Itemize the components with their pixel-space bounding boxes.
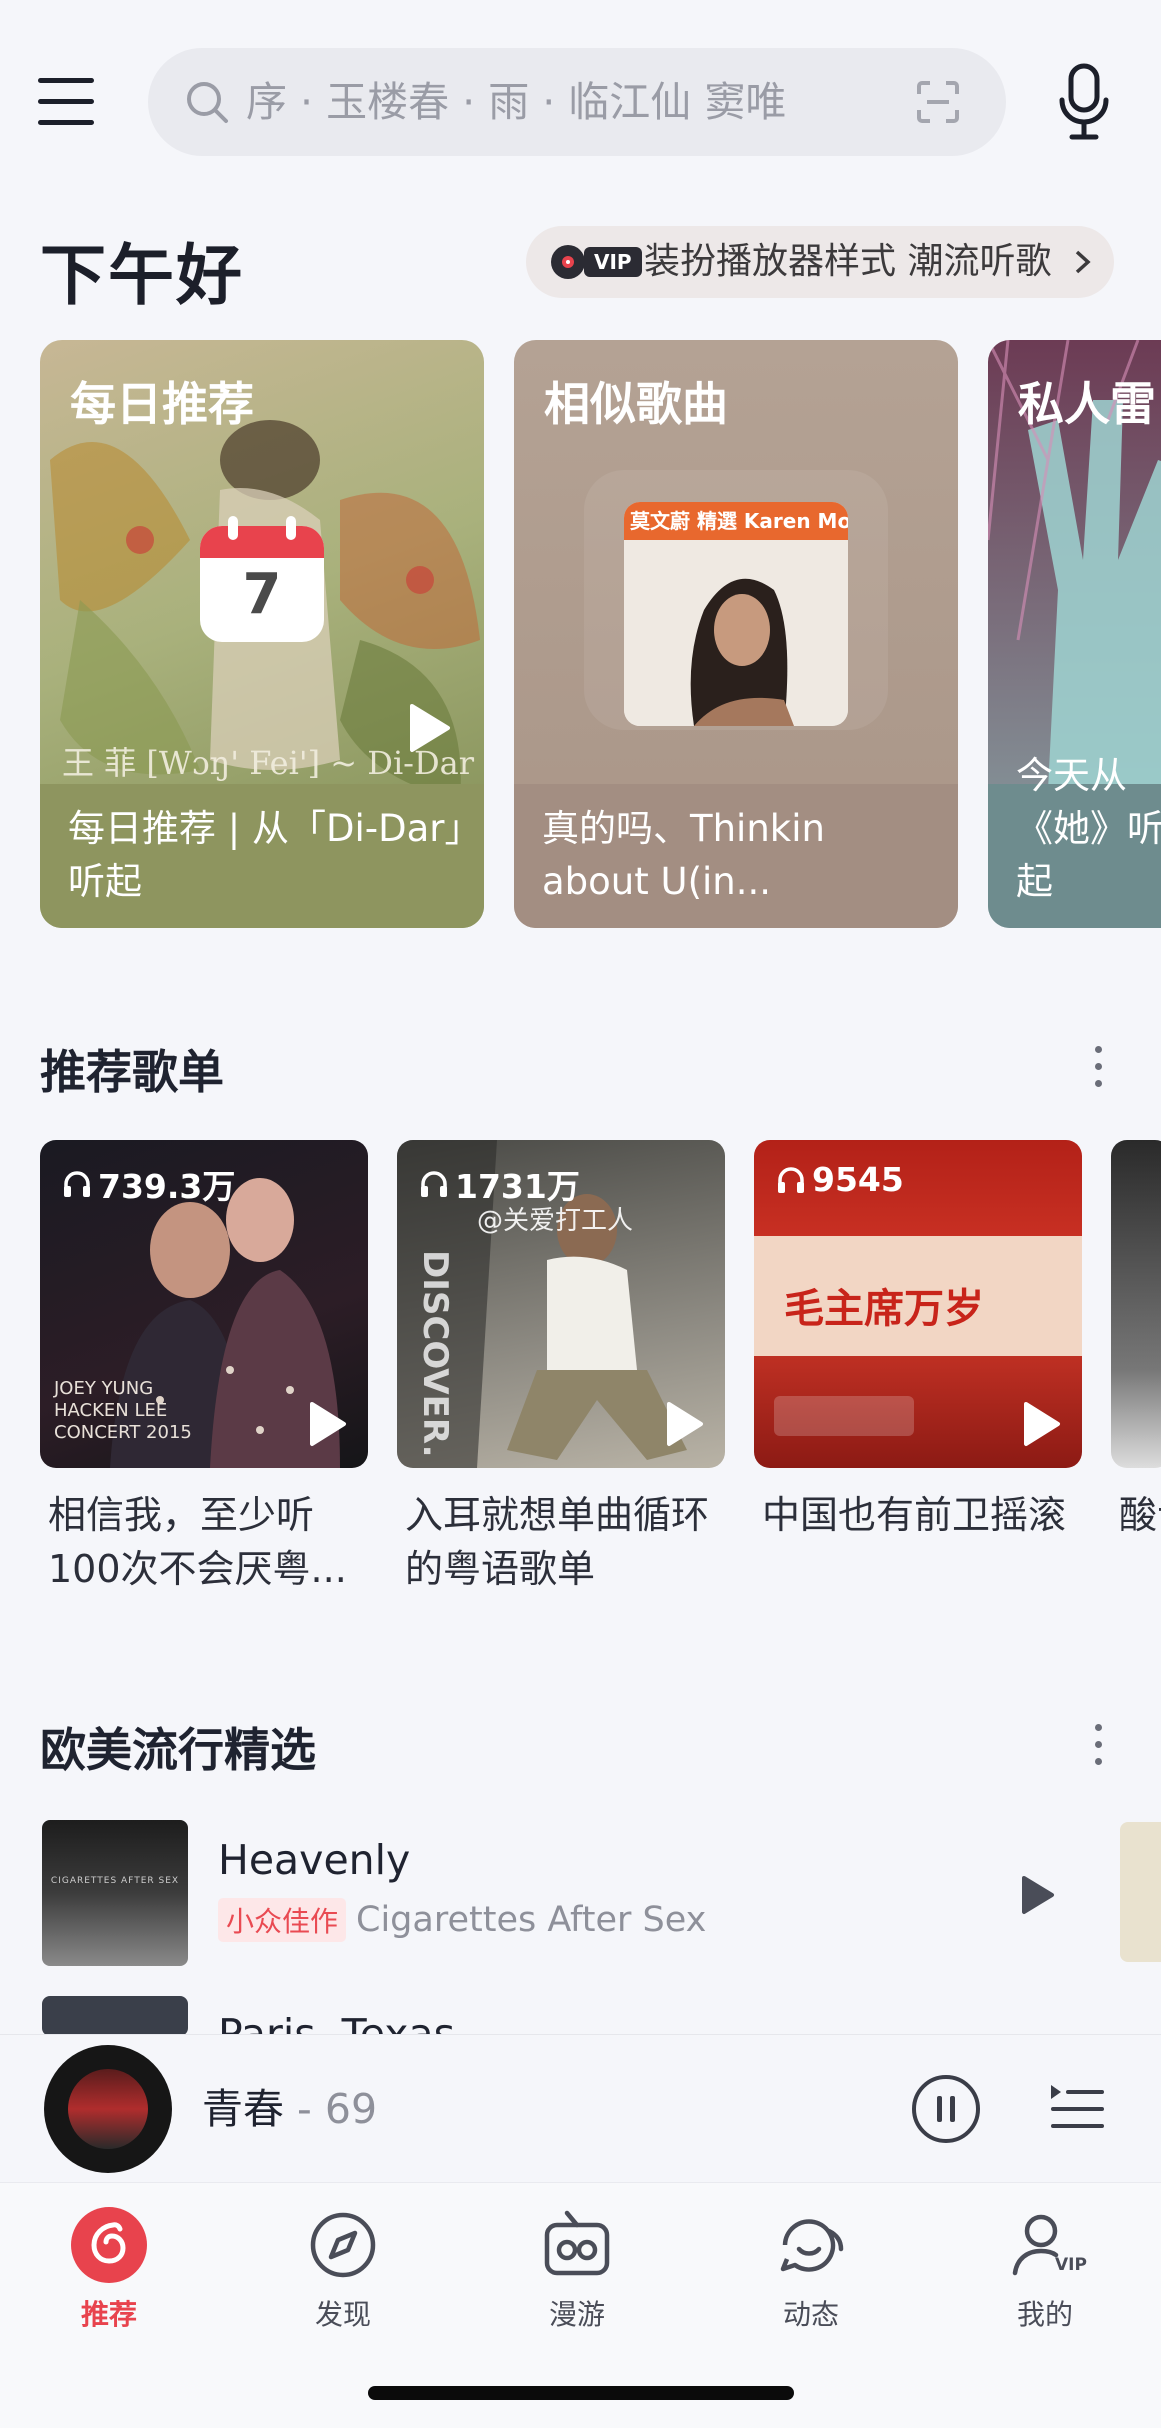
playlist-name: 中国也有前卫摇滚 [762, 1493, 1067, 1537]
more-options-icon[interactable] [1086, 1720, 1110, 1770]
card-footer: 真的吗、Thinkin about U(in... [514, 784, 958, 928]
song-cover-text: CIGARETTES AFTER SEX [50, 1876, 180, 1886]
song-cover[interactable]: CIGARETTES AFTER SEX [42, 1820, 188, 1966]
vinyl-icon [551, 245, 585, 279]
card-footer: 今天从《她》听起 [988, 754, 1161, 928]
more-options-icon[interactable] [1086, 1042, 1110, 1092]
play-icon[interactable] [1020, 1874, 1056, 1916]
headphones-icon [421, 1171, 447, 1197]
vip-badge: VIP [584, 247, 642, 277]
album-portrait [624, 540, 848, 726]
headphones-icon [64, 1171, 90, 1197]
menu-button[interactable] [38, 78, 94, 126]
nav-label: 推荐 [80, 2298, 137, 2331]
nav-label: 发现 [314, 2298, 371, 2331]
playlist-name: 酸士 [1119, 1493, 1161, 1537]
nav-tab-moments[interactable]: 动态 [741, 2205, 881, 2333]
album-cover: 莫文蔚 精選 Karen Mok [624, 502, 848, 726]
chevron-right-icon [1075, 250, 1091, 274]
section-title-playlists: 推荐歌单 [40, 1045, 224, 1099]
search-icon [187, 82, 228, 123]
song-artist: Cigarettes After Sex [356, 1900, 707, 1940]
play-count-value: 9545 [812, 1160, 904, 1199]
player-album-disc[interactable] [44, 2045, 172, 2173]
radio-icon [544, 2210, 610, 2276]
song-cover[interactable] [42, 1996, 188, 2036]
playlist-card[interactable]: 酸士 [1111, 1140, 1161, 1542]
nav-label: 我的 [1016, 2298, 1073, 2331]
play-count-value: 739.3万 [98, 1167, 236, 1206]
play-icon[interactable] [308, 1400, 348, 1448]
vip-promo-pill[interactable]: VIP 装扮播放器样式 潮流听歌 [526, 226, 1114, 298]
player-album-art [68, 2069, 148, 2149]
cover-text: JOEY YUNG HACKEN LEE CONCERT 2015 [54, 1378, 192, 1443]
similar-songs-card[interactable]: 相似歌曲 莫文蔚 精選 Karen Mok 真的吗、Thinkin about … [514, 340, 958, 928]
playlist-cover [1111, 1140, 1161, 1468]
netease-logo-icon [71, 2207, 147, 2283]
playlist-queue-icon[interactable] [1048, 2079, 1106, 2137]
scan-icon[interactable] [916, 80, 960, 124]
play-icon[interactable] [665, 1400, 705, 1448]
blurred-sign [774, 1396, 914, 1436]
nav-tab-discover[interactable]: 发现 [273, 2205, 413, 2333]
playlist-card[interactable]: 毛主席万岁 9545 中国也有前卫摇滚 [754, 1140, 1082, 1542]
headphones-icon [778, 1166, 804, 1193]
card-description: 真的吗、Thinkin about U(in... [542, 807, 825, 903]
mini-player[interactable]: 青春 - 69 [0, 2034, 1161, 2182]
playlist-cover: JOEY YUNG HACKEN LEE CONCERT 2015 739.3万 [40, 1140, 368, 1468]
playlist-card[interactable]: DISCOVER. 1731万 @关爱打工人 入耳就想单曲循环的粤语歌单 [397, 1140, 725, 1596]
playlist-cover: 毛主席万岁 9545 [754, 1140, 1082, 1468]
play-count: 9545 [776, 1160, 904, 1199]
album-cover-header: 莫文蔚 精選 Karen Mok [624, 502, 848, 540]
vip-badge: VIP [1055, 2255, 1087, 2275]
playlist-name: 相信我，至少听100次不会厌粤... [48, 1493, 347, 1591]
cover-text: DISCOVER. [415, 1250, 455, 1458]
microphone-icon[interactable] [1056, 62, 1112, 142]
section-title-western: 欧美流行精选 [40, 1723, 316, 1777]
card-title: 每日推荐 [70, 377, 254, 431]
song-meta: 小众佳作 Cigarettes After Sex [218, 1898, 706, 1942]
watermark-text: @关爱打工人 [477, 1206, 634, 1236]
daily-recommend-card[interactable]: 每日推荐 7 王 菲 [Wɔŋ' Fei'] ~ Di-Dar 每日推荐 | 从… [40, 340, 484, 928]
pause-icon[interactable] [910, 2073, 982, 2145]
nav-tab-recommend[interactable]: 推荐 [39, 2205, 179, 2333]
chat-bubble-icon [780, 2219, 844, 2272]
search-placeholder: 序 · 玉楼春 · 雨 · 临江仙 窦唯 [246, 78, 787, 126]
nav-label: 动态 [782, 2298, 839, 2331]
nav-tab-roam[interactable]: 漫游 [507, 2205, 647, 2333]
nav-label: 漫游 [548, 2298, 605, 2331]
playlist-card[interactable]: JOEY YUNG HACKEN LEE CONCERT 2015 739.3万… [40, 1140, 368, 1596]
play-count: 739.3万 [62, 1160, 235, 1208]
player-track: 青春 - 69 [202, 2085, 378, 2133]
song-cover-next[interactable] [1120, 1822, 1161, 1962]
card-description: 今天从《她》听起 [1016, 754, 1161, 903]
player-track-title: 青春 [202, 2085, 284, 2133]
player-track-artist: 69 [324, 2085, 378, 2133]
compass-icon [310, 2212, 376, 2278]
search-bar[interactable]: 序 · 玉楼春 · 雨 · 临江仙 窦唯 [148, 48, 1006, 156]
playlist-cover: DISCOVER. 1731万 @关爱打工人 [397, 1140, 725, 1468]
card-title: 私人雷 [1018, 377, 1156, 431]
card-description: 每日推荐 | 从「Di-Dar」听起 [68, 807, 463, 903]
play-icon[interactable] [1022, 1400, 1062, 1448]
card-footer: 每日推荐 | 从「Di-Dar」听起 [40, 784, 484, 928]
card-title: 相似歌曲 [544, 377, 728, 431]
calendar-date: 7 [242, 562, 282, 627]
vip-promo-text: 装扮播放器样式 潮流听歌 [644, 241, 1052, 282]
cover-text: 王 菲 [Wɔŋ' Fei'] ~ Di-Dar [62, 744, 475, 782]
home-indicator [368, 2386, 794, 2400]
private-radar-card[interactable]: 私人雷 今天从《她》听起 [988, 340, 1161, 928]
playlist-name: 入耳就想单曲循环的粤语歌单 [405, 1493, 710, 1591]
cover-text: 毛主席万岁 [784, 1286, 984, 1332]
song-tag: 小众佳作 [218, 1898, 347, 1942]
greeting-title: 下午好 [40, 237, 244, 314]
song-title: Heavenly [218, 1836, 411, 1884]
nav-tab-mine[interactable]: VIP 我的 [975, 2205, 1115, 2333]
